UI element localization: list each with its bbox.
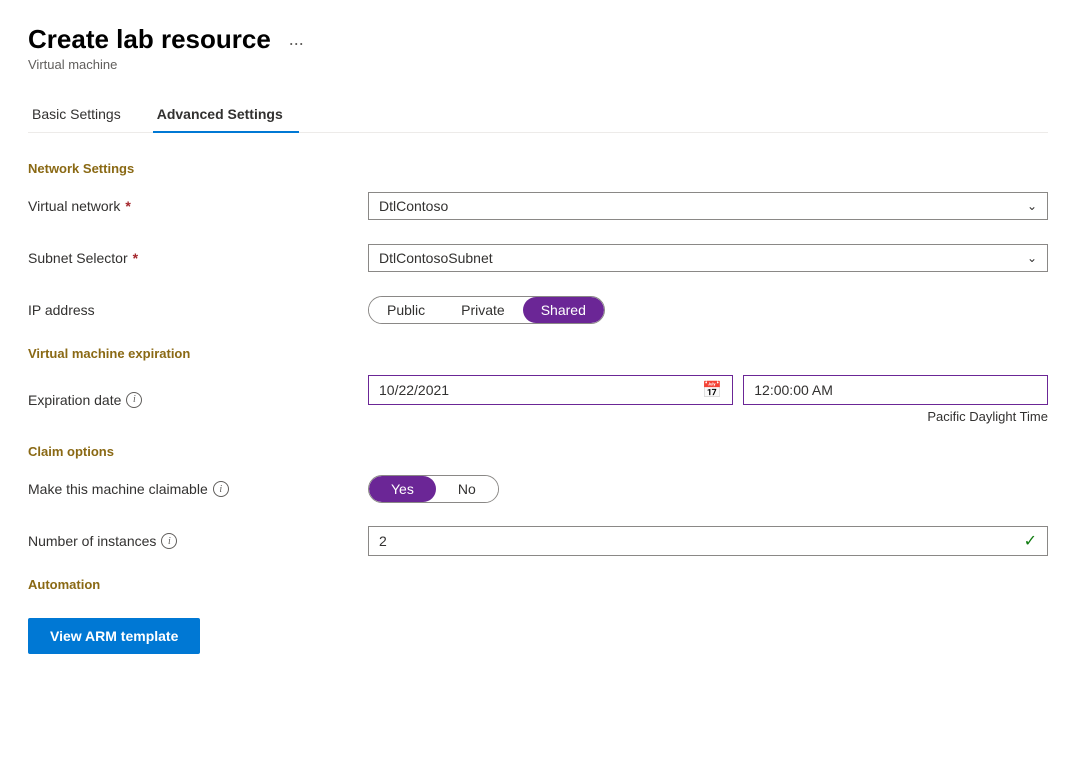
virtual-network-arrow: ⌄ xyxy=(1027,199,1037,213)
claimable-control: Yes No xyxy=(368,475,1048,503)
time-input-wrapper xyxy=(743,375,1048,405)
instances-input-wrapper: ✓ xyxy=(368,526,1048,556)
expiration-date-control: 📅 Pacific Daylight Time xyxy=(368,375,1048,424)
instances-input[interactable] xyxy=(369,527,1014,555)
timezone-text: Pacific Daylight Time xyxy=(368,409,1048,424)
virtual-network-row: Virtual network * DtlContoso ⌄ xyxy=(28,190,1048,222)
instances-control: ✓ xyxy=(368,526,1048,556)
subnet-selector-label: Subnet Selector * xyxy=(28,250,368,266)
ip-shared-option[interactable]: Shared xyxy=(523,297,604,323)
ip-address-control: Public Private Shared xyxy=(368,296,1048,324)
expiration-date-input[interactable] xyxy=(369,376,692,404)
date-time-row: 📅 xyxy=(368,375,1048,405)
tabs-container: Basic Settings Advanced Settings xyxy=(28,96,1048,133)
network-settings-label: Network Settings xyxy=(28,161,1048,176)
automation-section: Automation View ARM template xyxy=(28,577,1048,654)
instances-row: Number of instances i ✓ xyxy=(28,525,1048,557)
subnet-selector-dropdown[interactable]: DtlContosoSubnet ⌄ xyxy=(368,244,1048,272)
claimable-row: Make this machine claimable i Yes No xyxy=(28,473,1048,505)
expiration-date-row: Expiration date i 📅 Pacific Daylight Tim… xyxy=(28,375,1048,424)
virtual-network-control: DtlContoso ⌄ xyxy=(368,192,1048,220)
virtual-network-label: Virtual network * xyxy=(28,198,368,214)
vm-expiration-section: Virtual machine expiration Expiration da… xyxy=(28,346,1048,424)
ip-address-toggle-group: Public Private Shared xyxy=(368,296,605,324)
page-title: Create lab resource xyxy=(28,24,271,55)
vm-expiration-label: Virtual machine expiration xyxy=(28,346,1048,361)
subnet-selector-value: DtlContosoSubnet xyxy=(379,250,493,266)
ip-private-option[interactable]: Private xyxy=(443,297,523,323)
claimable-no-option[interactable]: No xyxy=(436,476,498,502)
subnet-selector-arrow: ⌄ xyxy=(1027,251,1037,265)
expiration-time-input[interactable] xyxy=(744,376,1047,404)
virtual-network-value: DtlContoso xyxy=(379,198,448,214)
ip-public-option[interactable]: Public xyxy=(369,297,443,323)
required-star-vnet: * xyxy=(125,198,130,214)
subnet-selector-control: DtlContosoSubnet ⌄ xyxy=(368,244,1048,272)
claim-options-section: Claim options Make this machine claimabl… xyxy=(28,444,1048,557)
virtual-network-dropdown[interactable]: DtlContoso ⌄ xyxy=(368,192,1048,220)
claimable-info-icon[interactable]: i xyxy=(213,481,229,497)
ip-address-label: IP address xyxy=(28,302,368,318)
page-subtitle: Virtual machine xyxy=(28,57,1048,72)
calendar-icon-button[interactable]: 📅 xyxy=(692,376,732,404)
date-input-wrapper: 📅 xyxy=(368,375,733,405)
automation-label: Automation xyxy=(28,577,1048,592)
claimable-toggle-group: Yes No xyxy=(368,475,499,503)
network-settings-section: Network Settings Virtual network * DtlCo… xyxy=(28,161,1048,326)
ip-address-row: IP address Public Private Shared xyxy=(28,294,1048,326)
instances-label: Number of instances i xyxy=(28,533,368,549)
required-star-subnet: * xyxy=(133,250,138,266)
instances-info-icon[interactable]: i xyxy=(161,533,177,549)
tab-basic[interactable]: Basic Settings xyxy=(28,96,137,132)
view-arm-button[interactable]: View ARM template xyxy=(28,618,200,654)
expiration-date-label: Expiration date i xyxy=(28,392,368,408)
claimable-yes-option[interactable]: Yes xyxy=(369,476,436,502)
instances-check-icon: ✓ xyxy=(1014,527,1047,555)
claimable-label: Make this machine claimable i xyxy=(28,481,368,497)
tab-advanced[interactable]: Advanced Settings xyxy=(153,96,299,132)
claim-options-label: Claim options xyxy=(28,444,1048,459)
subnet-selector-row: Subnet Selector * DtlContosoSubnet ⌄ xyxy=(28,242,1048,274)
expiration-info-icon[interactable]: i xyxy=(126,392,142,408)
page-header: Create lab resource ... Virtual machine xyxy=(28,24,1048,72)
ellipsis-button[interactable]: ... xyxy=(283,27,310,52)
